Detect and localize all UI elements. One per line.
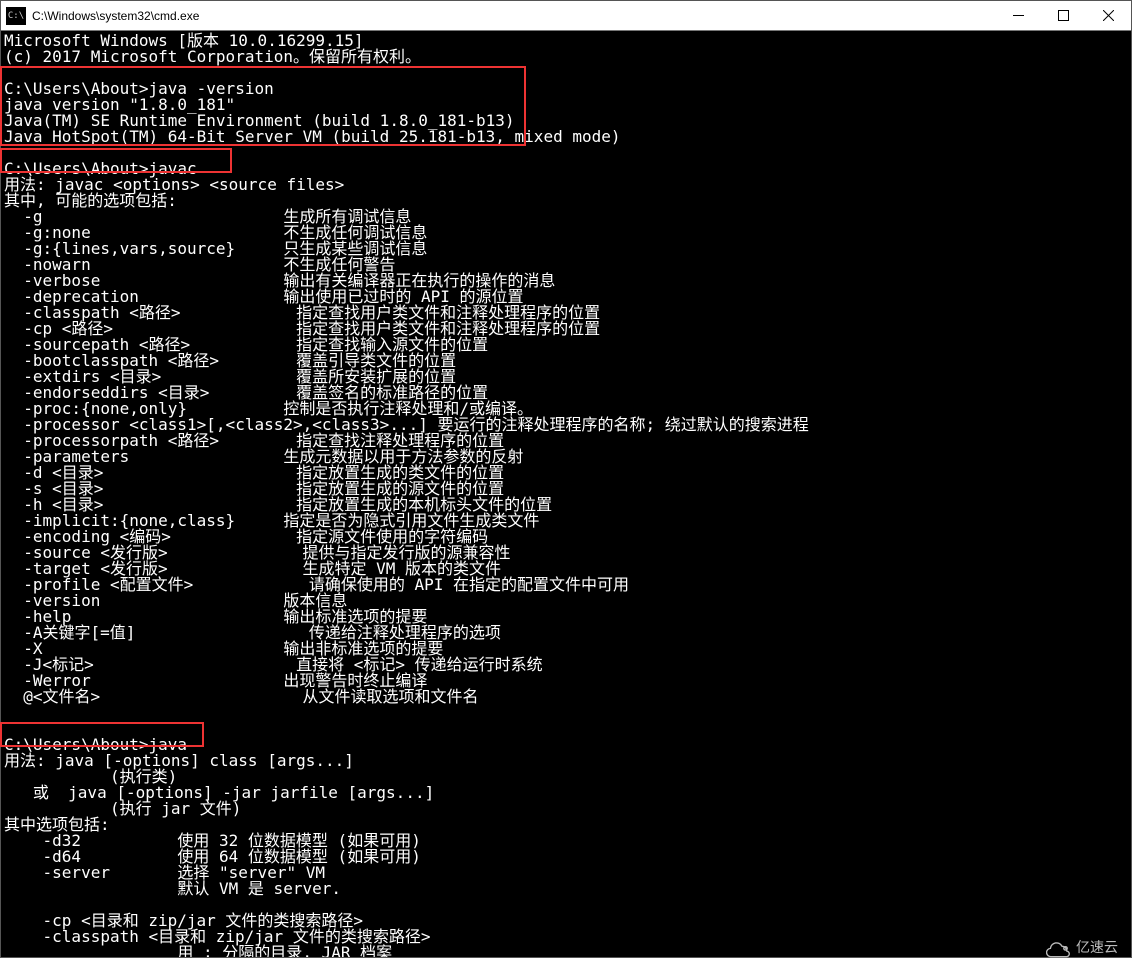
terminal-line: (c) 2017 Microsoft Corporation。保留所有权利。 <box>4 49 1128 65</box>
cloud-icon <box>1046 936 1074 958</box>
terminal-line: (执行 jar 文件) <box>4 801 1128 817</box>
terminal-line: Java HotSpot(TM) 64-Bit Server VM (build… <box>4 129 1128 145</box>
titlebar[interactable]: C:\ C:\Windows\system32\cmd.exe <box>1 1 1131 31</box>
terminal-line: @<文件名> 从文件读取选项和文件名 <box>4 689 1128 705</box>
window-title: C:\Windows\system32\cmd.exe <box>32 9 199 23</box>
terminal-line <box>4 705 1128 721</box>
close-button[interactable] <box>1086 1 1131 30</box>
cmd-icon-text: C:\ <box>8 11 24 21</box>
terminal-output[interactable]: Microsoft Windows [版本 10.0.16299.15](c) … <box>1 31 1131 957</box>
watermark: 亿速云 <box>1046 936 1118 958</box>
terminal-line: 默认 VM 是 server. <box>4 881 1128 897</box>
cmd-icon: C:\ <box>6 7 26 25</box>
watermark-text: 亿速云 <box>1076 937 1118 957</box>
maximize-button[interactable] <box>1041 1 1086 30</box>
minimize-button[interactable] <box>996 1 1041 30</box>
terminal-line: 用 ; 分隔的目录, JAR 档案 <box>4 945 1128 957</box>
cmd-window: C:\ C:\Windows\system32\cmd.exe Microsof… <box>0 0 1132 958</box>
